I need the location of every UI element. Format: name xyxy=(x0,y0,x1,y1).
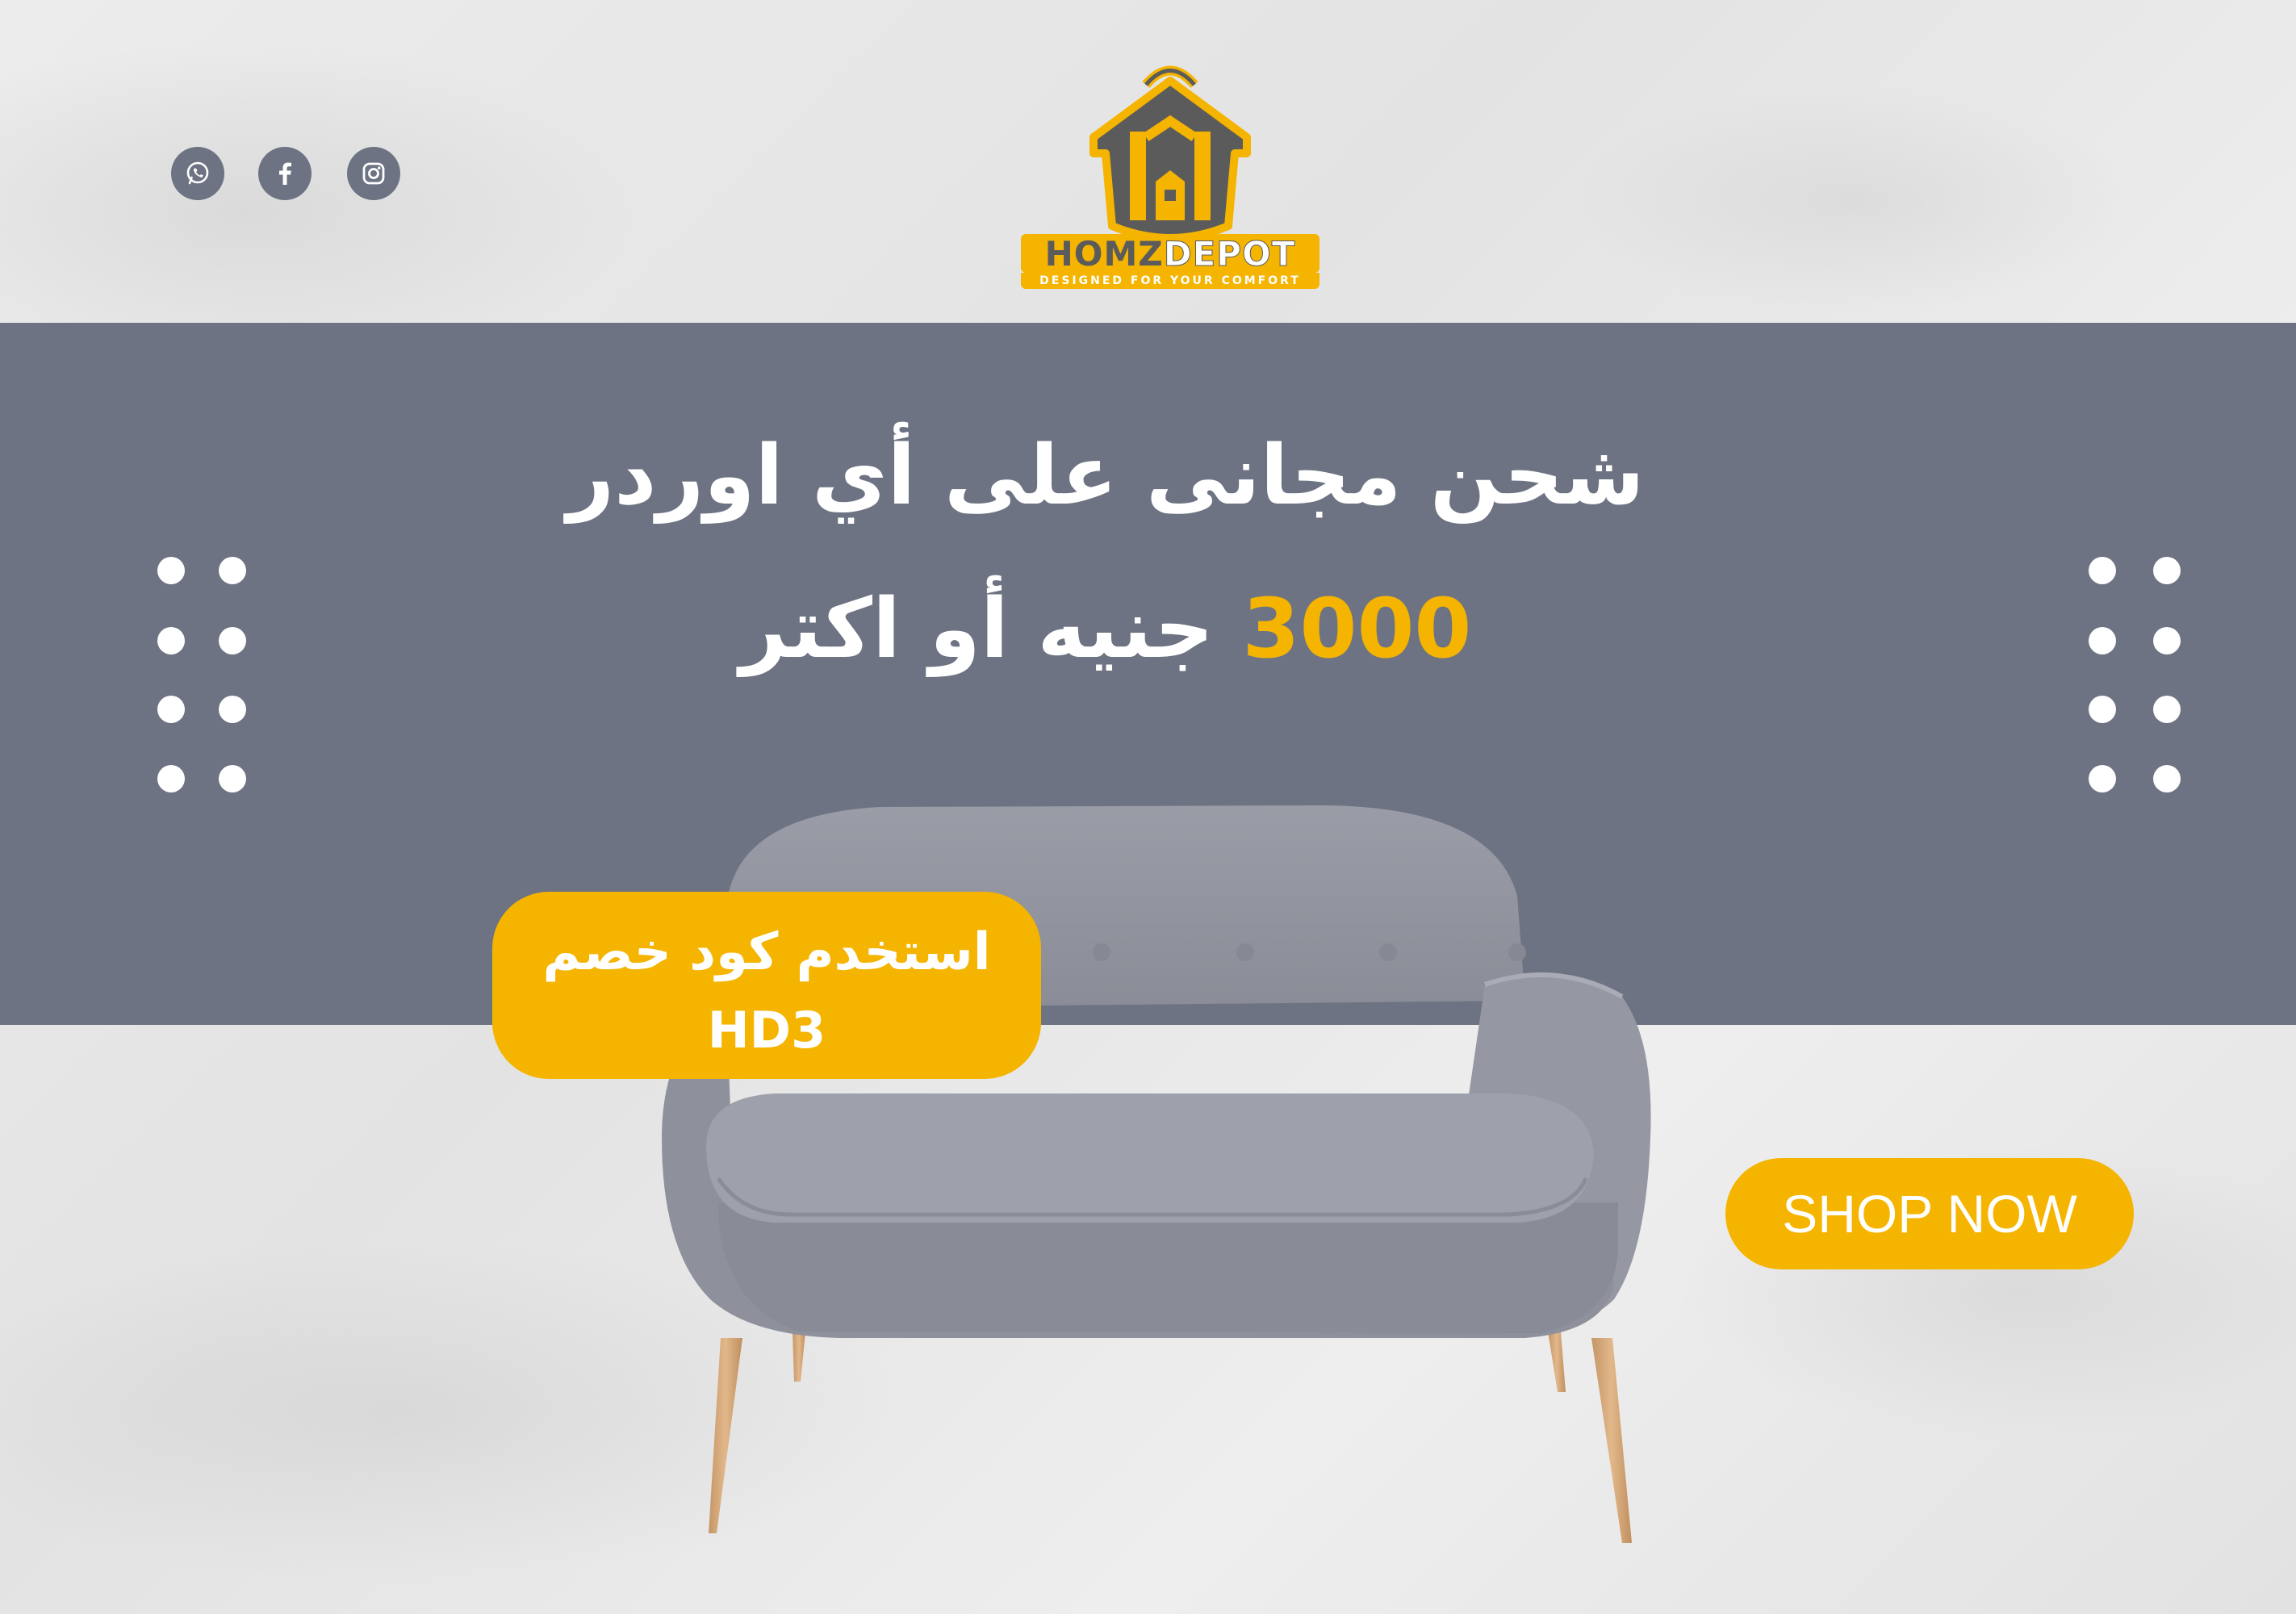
whatsapp-link[interactable] xyxy=(171,147,224,200)
dot xyxy=(219,765,246,792)
dots-left xyxy=(157,557,246,799)
dot xyxy=(2153,765,2181,792)
logo-word-right: DEPOT xyxy=(1163,233,1296,274)
logo-wordmark: HOMZ DEPOT xyxy=(1021,233,1319,274)
dot xyxy=(2153,557,2181,584)
dot xyxy=(157,627,185,654)
headline-line1: شحن مجانى على أي اوردر xyxy=(567,428,1645,524)
instagram-link[interactable] xyxy=(347,147,400,200)
dot xyxy=(157,696,185,723)
headline-line2-text: جنيه أو اكتر xyxy=(739,581,1214,677)
shop-now-button[interactable]: SHOP NOW xyxy=(1725,1158,2134,1269)
facebook-link[interactable] xyxy=(258,147,312,200)
dot xyxy=(219,627,246,654)
whatsapp-icon xyxy=(186,161,209,185)
discount-label: استخدم كود خصم xyxy=(542,922,991,982)
dot xyxy=(157,557,185,584)
dot xyxy=(157,765,185,792)
dot xyxy=(2153,696,2181,723)
dots-right xyxy=(2089,557,2181,799)
dot xyxy=(2089,765,2116,792)
dot xyxy=(2089,696,2116,723)
dot xyxy=(219,696,246,723)
discount-code: HD3 xyxy=(707,1001,826,1060)
logo-word-left: HOMZ xyxy=(1044,233,1164,274)
dot xyxy=(2089,627,2116,654)
headline-line2: 3000 جنيه أو اكتر xyxy=(452,577,1759,682)
discount-code-badge: استخدم كود خصم HD3 xyxy=(492,892,1041,1079)
logo-tagline: DESIGNED FOR YOUR COMFORT xyxy=(1021,273,1319,289)
dot xyxy=(2089,557,2116,584)
dot xyxy=(2153,627,2181,654)
headline-amount: 3000 xyxy=(1242,581,1472,677)
facebook-icon xyxy=(279,162,291,185)
instagram-icon xyxy=(362,162,385,185)
dot xyxy=(219,557,246,584)
